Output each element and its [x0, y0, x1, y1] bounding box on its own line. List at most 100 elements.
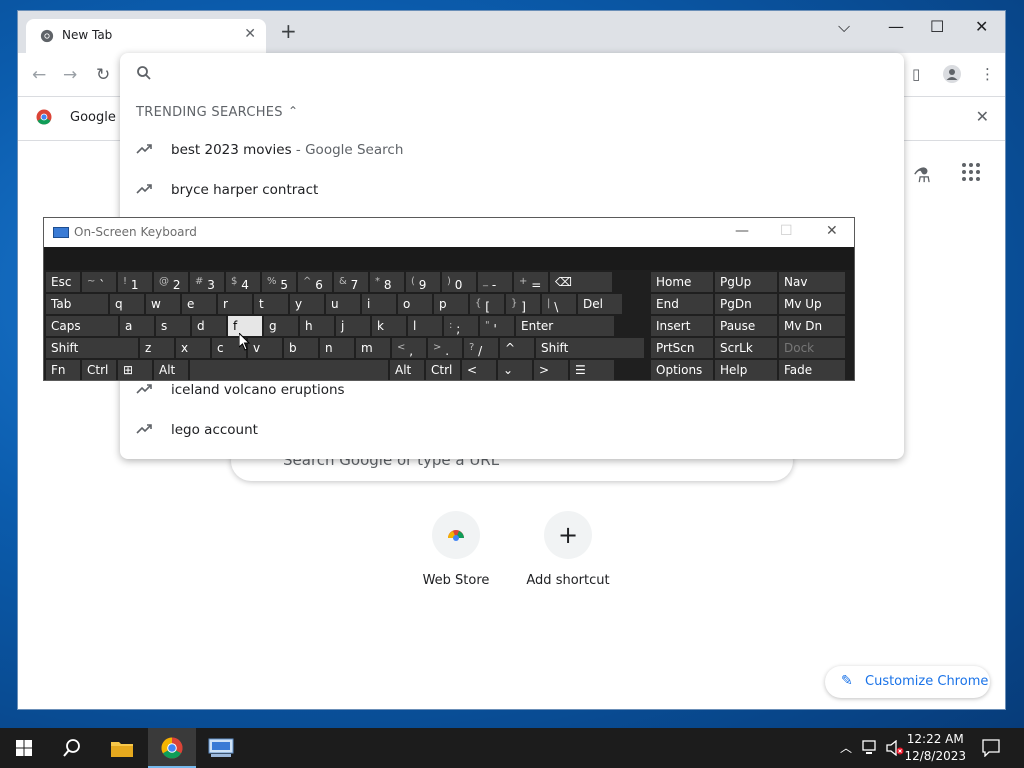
key-x[interactable]: x	[176, 338, 210, 358]
key-pause[interactable]: Pause	[715, 316, 777, 336]
key-.[interactable]: > .	[428, 338, 462, 358]
taskbar-clock[interactable]: 12:22 AM 12/8/2023	[904, 731, 966, 765]
key-2[interactable]: @ 2	[154, 272, 188, 292]
key-i[interactable]: i	[362, 294, 396, 314]
key-ctrl[interactable]: Ctrl	[426, 360, 460, 380]
side-panel-icon[interactable]: ▯	[912, 65, 920, 83]
tab-close-icon[interactable]: ✕	[244, 26, 256, 42]
key-t[interactable]: t	[254, 294, 288, 314]
key-fn[interactable]: Fn	[46, 360, 80, 380]
key-left-arrow[interactable]: <	[462, 360, 496, 380]
tab-new-tab[interactable]: New Tab ✕	[26, 19, 266, 53]
key-s[interactable]: s	[156, 316, 190, 336]
key-r[interactable]: r	[218, 294, 252, 314]
key-caps[interactable]: Caps	[46, 316, 118, 336]
key-v[interactable]: v	[248, 338, 282, 358]
key-pgup[interactable]: PgUp	[715, 272, 777, 292]
maximize-button[interactable]: ☐	[930, 17, 944, 36]
key-backslash[interactable]: | \	[542, 294, 576, 314]
key-alt[interactable]: Alt	[390, 360, 424, 380]
key-space[interactable]	[190, 360, 388, 380]
key-'[interactable]: " '	[480, 316, 514, 336]
reload-icon[interactable]: ↻	[96, 65, 110, 85]
key-9[interactable]: ( 9	[406, 272, 440, 292]
key-right-arrow[interactable]: >	[534, 360, 568, 380]
osk-close-button[interactable]: ✕	[826, 223, 838, 239]
key-[[interactable]: { [	[470, 294, 504, 314]
labs-flask-icon[interactable]: ⚗	[913, 163, 931, 187]
chrome-taskbar-button[interactable]	[148, 728, 196, 768]
key-4[interactable]: $ 4	[226, 272, 260, 292]
osk-taskbar-button[interactable]	[197, 728, 245, 768]
key-e[interactable]: e	[182, 294, 216, 314]
key-,[interactable]: < ,	[392, 338, 426, 358]
key-u[interactable]: u	[326, 294, 360, 314]
key-6[interactable]: ^ 6	[298, 272, 332, 292]
new-tab-button[interactable]: +	[280, 21, 297, 41]
key-o[interactable]: o	[398, 294, 432, 314]
key-b[interactable]: b	[284, 338, 318, 358]
key-l[interactable]: l	[408, 316, 442, 336]
key-mv-dn[interactable]: Mv Dn	[779, 316, 845, 336]
file-explorer-button[interactable]	[98, 728, 146, 768]
key-0[interactable]: ) 0	[442, 272, 476, 292]
key-shift[interactable]: Shift	[536, 338, 644, 358]
key-options[interactable]: Options	[651, 360, 713, 380]
key-mv-up[interactable]: Mv Up	[779, 294, 845, 314]
key-;[interactable]: : ;	[444, 316, 478, 336]
key-shift[interactable]: Shift	[46, 338, 138, 358]
back-arrow-icon[interactable]: ←	[32, 65, 46, 85]
key-alt[interactable]: Alt	[154, 360, 188, 380]
key-j[interactable]: j	[336, 316, 370, 336]
key-prtscn[interactable]: PrtScn	[651, 338, 713, 358]
key-home[interactable]: Home	[651, 272, 713, 292]
key-up-arrow[interactable]: ^	[500, 338, 534, 358]
key-=[interactable]: + =	[514, 272, 548, 292]
volume-muted-icon[interactable]	[886, 740, 904, 756]
key-3[interactable]: # 3	[190, 272, 224, 292]
key-enter[interactable]: Enter	[516, 316, 614, 336]
apps-grid-icon[interactable]	[962, 163, 980, 181]
start-button[interactable]	[0, 728, 48, 768]
suggestion-row[interactable]: lego account	[120, 411, 904, 451]
key-][interactable]: } ]	[506, 294, 540, 314]
key-help[interactable]: Help	[715, 360, 777, 380]
customize-chrome-button[interactable]: ✎ Customize Chrome	[825, 666, 990, 698]
key--[interactable]: _ -	[478, 272, 512, 292]
key-down-arrow[interactable]: ⌄	[498, 360, 532, 380]
key-y[interactable]: y	[290, 294, 324, 314]
collapse-chevron-icon[interactable]: ⌃	[288, 104, 298, 118]
osk-minimize-button[interactable]: —	[735, 223, 749, 239]
key-8[interactable]: * 8	[370, 272, 404, 292]
key-ctrl[interactable]: Ctrl	[82, 360, 116, 380]
key-w[interactable]: w	[146, 294, 180, 314]
close-window-button[interactable]: ✕	[975, 17, 988, 36]
key-1[interactable]: ! 1	[118, 272, 152, 292]
key-a[interactable]: a	[120, 316, 154, 336]
notifications-icon[interactable]	[982, 739, 1000, 757]
key-k[interactable]: k	[372, 316, 406, 336]
key-tab[interactable]: Tab	[46, 294, 108, 314]
key-q[interactable]: q	[110, 294, 144, 314]
key-del[interactable]: Del	[578, 294, 622, 314]
key-p[interactable]: p	[434, 294, 468, 314]
key-d[interactable]: d	[192, 316, 226, 336]
key-esc[interactable]: Esc	[46, 272, 80, 292]
omnibox-input-row[interactable]	[120, 53, 904, 95]
network-icon[interactable]	[862, 740, 880, 756]
key-menu[interactable]: ☰	[570, 360, 614, 380]
key-z[interactable]: z	[140, 338, 174, 358]
key-backspace[interactable]: ⌫	[550, 272, 612, 292]
forward-arrow-icon[interactable]: →	[63, 65, 77, 85]
key-m[interactable]: m	[356, 338, 390, 358]
key-7[interactable]: & 7	[334, 272, 368, 292]
search-taskbar-button[interactable]	[48, 728, 96, 768]
suggestion-row[interactable]: bryce harper contract	[120, 171, 904, 211]
key-nav[interactable]: Nav	[779, 272, 845, 292]
shortcut-web-store[interactable]: Web Store	[406, 511, 506, 588]
minimize-button[interactable]: —	[888, 17, 904, 36]
key-insert[interactable]: Insert	[651, 316, 713, 336]
menu-kebab-icon[interactable]: ⋮	[980, 65, 995, 83]
key-windows[interactable]: ⊞	[118, 360, 152, 380]
key-5[interactable]: % 5	[262, 272, 296, 292]
